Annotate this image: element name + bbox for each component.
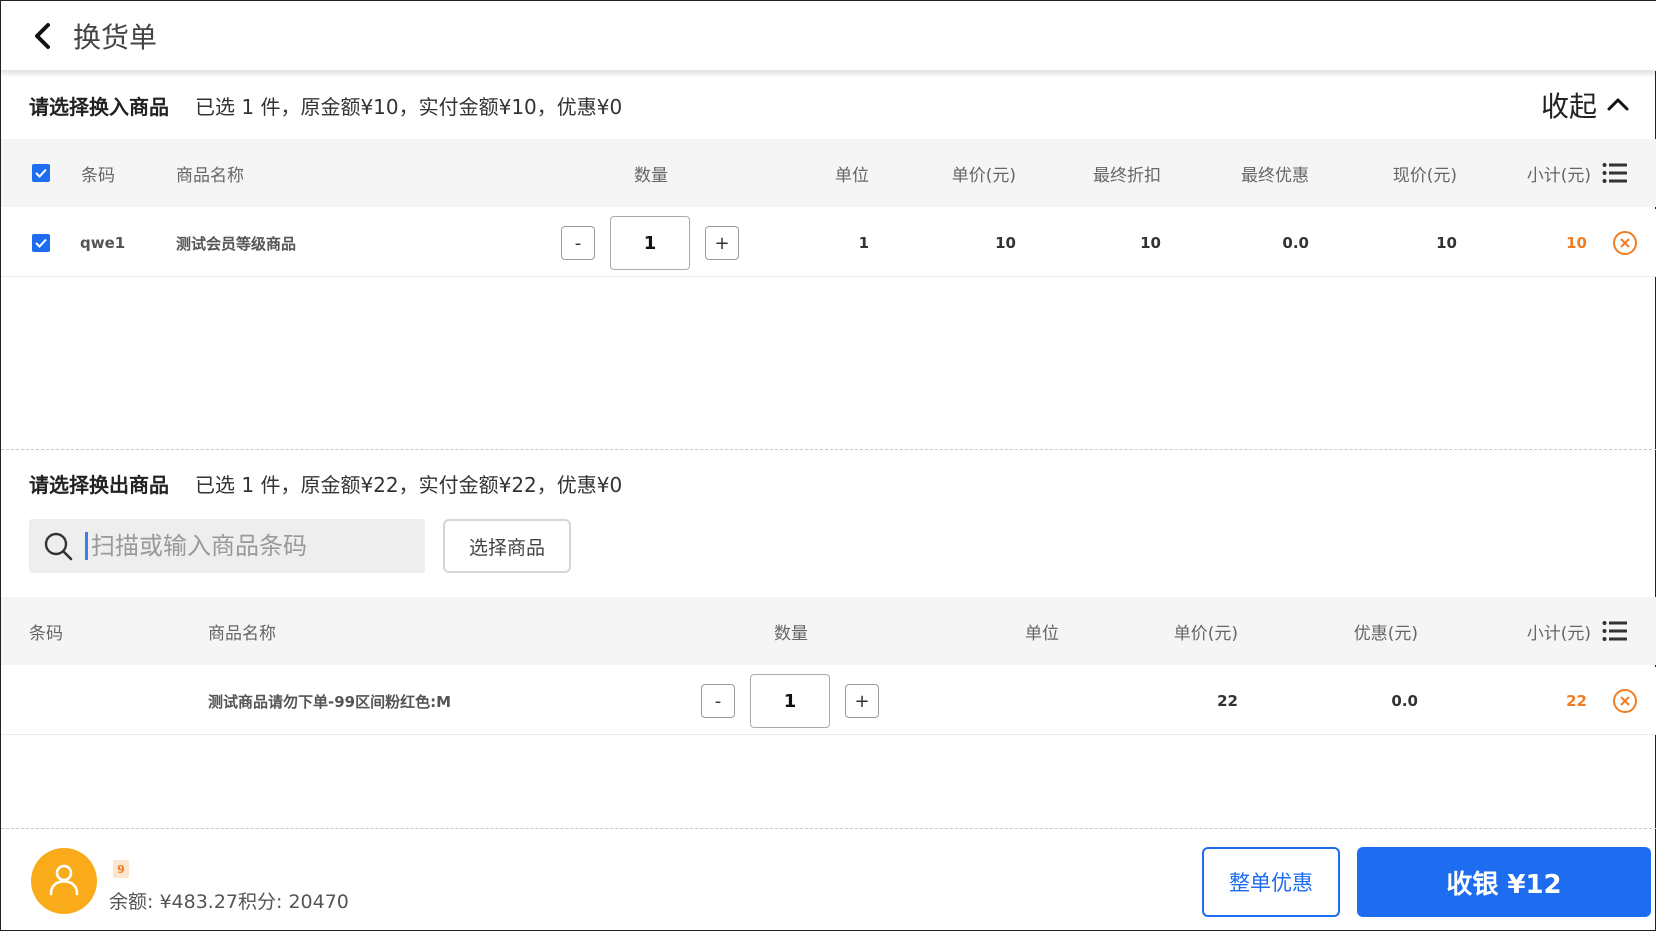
quantity-field[interactable]: 1	[610, 216, 690, 270]
member-balance: 余额: ¥483.27积分: 20470	[109, 891, 349, 913]
row-name: 测试会员等级商品	[176, 234, 297, 253]
search-bar	[29, 519, 425, 573]
col-subtotal-label: 小计(元)	[1526, 165, 1591, 186]
exchange-in-title: 请选择换入商品	[29, 94, 169, 119]
collapse-button[interactable]: 收起	[1541, 85, 1629, 125]
exchange-in-table-header: 条码 商品名称 数量 单位 单价(元) 最终折扣 最终优惠 现价(元) 小计(元…	[1, 139, 1656, 207]
increment-button[interactable]: +	[845, 684, 879, 718]
back-arrow-icon[interactable]	[23, 16, 63, 56]
col-barcode: 条码	[81, 165, 115, 186]
col-barcode: 条码	[29, 623, 63, 644]
row-offer: 0.0	[1391, 692, 1418, 710]
col-qty: 数量	[634, 165, 668, 186]
col-final-discount: 最终折扣	[1093, 165, 1161, 186]
row-current-price: 10	[1436, 234, 1457, 252]
row-final-discount: 10	[1140, 234, 1161, 252]
col-subtotal-label: 小计(元)	[1526, 623, 1591, 644]
list-icon[interactable]	[1601, 161, 1629, 185]
row-price: 22	[1217, 692, 1238, 710]
col-current-price: 现价(元)	[1392, 165, 1457, 186]
list-icon[interactable]	[1601, 619, 1629, 643]
col-subtotal: 小计(元)	[1481, 139, 1629, 207]
quantity-stepper: - 1 +	[561, 209, 739, 277]
user-icon	[46, 861, 82, 901]
quantity-field[interactable]: 1	[750, 674, 830, 728]
col-price: 单价(元)	[1173, 623, 1238, 644]
exchange-out-title: 请选择换出商品	[29, 472, 169, 497]
app-header: 换货单	[1, 1, 1656, 71]
exchange-in-header: 请选择换入商品 已选 1 件，原金额¥10，实付金额¥10，优惠¥0 收起	[1, 71, 1656, 139]
member-avatar[interactable]	[31, 848, 97, 914]
remove-circle-icon[interactable]	[1611, 229, 1639, 257]
table-row: qwe1 测试会员等级商品 - 1 + 1 10 10 0.0 10 10	[1, 209, 1656, 277]
col-unit: 单位	[835, 165, 869, 186]
select-all-checkbox[interactable]	[32, 139, 50, 207]
table-row: 测试商品请勿下单-99区间粉红色:M - 1 + 22 0.0 22	[1, 667, 1656, 735]
decrement-button[interactable]: -	[701, 684, 735, 718]
row-name: 测试商品请勿下单-99区间粉红色:M	[208, 692, 452, 711]
col-name: 商品名称	[208, 623, 276, 644]
search-icon	[43, 531, 73, 561]
check-icon[interactable]	[32, 234, 50, 252]
col-subtotal: 小计(元)	[1481, 597, 1629, 665]
footer-divider	[1, 828, 1656, 829]
exchange-out-summary: 已选 1 件，原金额¥22，实付金额¥22，优惠¥0	[195, 472, 623, 497]
checkout-button[interactable]: 收银 ¥12	[1357, 847, 1651, 917]
row-subtotal: 22	[1566, 692, 1587, 710]
exchange-in-summary: 已选 1 件，原金额¥10，实付金额¥10，优惠¥0	[195, 94, 623, 119]
row-checkbox[interactable]	[32, 209, 50, 277]
exchange-out-table-header: 条码 商品名称 数量 单位 单价(元) 优惠(元) 小计(元)	[1, 597, 1656, 665]
barcode-search-input[interactable]	[85, 532, 405, 560]
checkout-footer: 9 余额: ¥483.27积分: 20470 整单优惠 收银 ¥12	[1, 831, 1656, 931]
row-barcode: qwe1	[80, 234, 126, 252]
increment-button[interactable]: +	[705, 226, 739, 260]
col-qty: 数量	[774, 623, 808, 644]
page-title: 换货单	[73, 20, 158, 54]
exchange-out-header: 请选择换出商品 已选 1 件，原金额¥22，实付金额¥22，优惠¥0	[1, 449, 1656, 517]
col-price: 单价(元)	[951, 165, 1016, 186]
check-icon[interactable]	[32, 164, 50, 182]
collapse-label: 收起	[1540, 90, 1597, 123]
col-offer: 优惠(元)	[1353, 623, 1418, 644]
col-name: 商品名称	[176, 165, 244, 186]
row-unit	[961, 667, 1059, 735]
row-final-offer: 0.0	[1282, 234, 1309, 252]
row-subtotal: 10	[1566, 234, 1587, 252]
row-unit: 1	[858, 234, 869, 252]
select-goods-button[interactable]: 选择商品	[443, 519, 571, 573]
col-final-offer: 最终优惠	[1241, 165, 1309, 186]
col-unit: 单位	[1025, 623, 1059, 644]
order-discount-button[interactable]: 整单优惠	[1202, 847, 1340, 917]
remove-item-button[interactable]	[1611, 667, 1639, 735]
exchange-order-page: 换货单 请选择换入商品 已选 1 件，原金额¥10，实付金额¥10，优惠¥0 收…	[0, 0, 1656, 931]
remove-item-button[interactable]	[1611, 209, 1639, 277]
quantity-stepper: - 1 +	[701, 667, 879, 735]
chevron-up-icon	[1607, 96, 1629, 115]
member-level-badge: 9	[113, 860, 129, 878]
remove-circle-icon[interactable]	[1611, 687, 1639, 715]
row-price: 10	[995, 234, 1016, 252]
decrement-button[interactable]: -	[561, 226, 595, 260]
